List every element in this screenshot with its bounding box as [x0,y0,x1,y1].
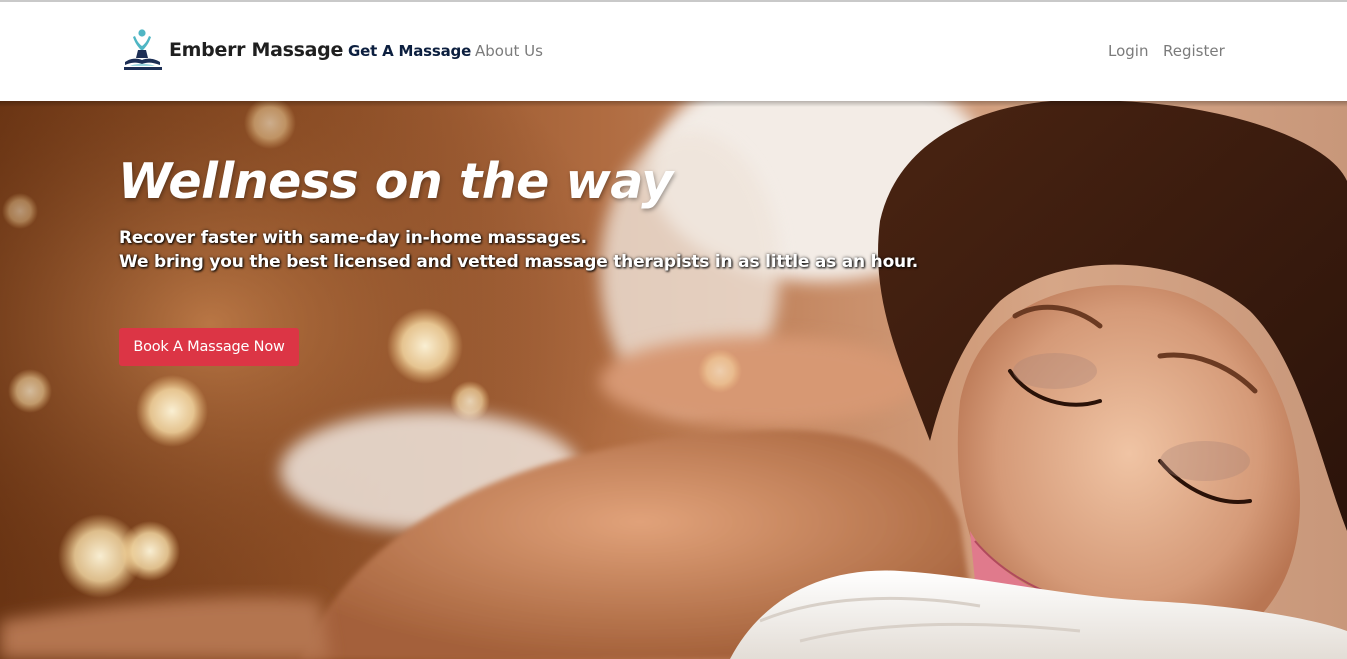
nav-register[interactable]: Register [1163,42,1225,60]
hero-subtitle-line-2: We bring you the best licensed and vette… [119,252,918,272]
navbar: Emberr Massage Get A Massage About Us Lo… [0,2,1347,101]
brand-name: Emberr Massage [169,39,344,61]
book-massage-button[interactable]: Book A Massage Now [119,328,299,366]
nav-about-us[interactable]: About Us [475,42,543,60]
hero-subtitle-line-1: Recover faster with same-day in-home mas… [119,228,587,248]
brand-link[interactable]: Emberr Massage [122,28,343,72]
hero-title: Wellness on the way [118,153,673,210]
nav-login[interactable]: Login [1108,42,1148,60]
hero-top-shadow [0,101,1347,107]
nav-get-a-massage[interactable]: Get A Massage [348,42,471,60]
hero-section: Wellness on the way Recover faster with … [0,101,1347,659]
meditation-figure-logo-icon [124,29,162,70]
